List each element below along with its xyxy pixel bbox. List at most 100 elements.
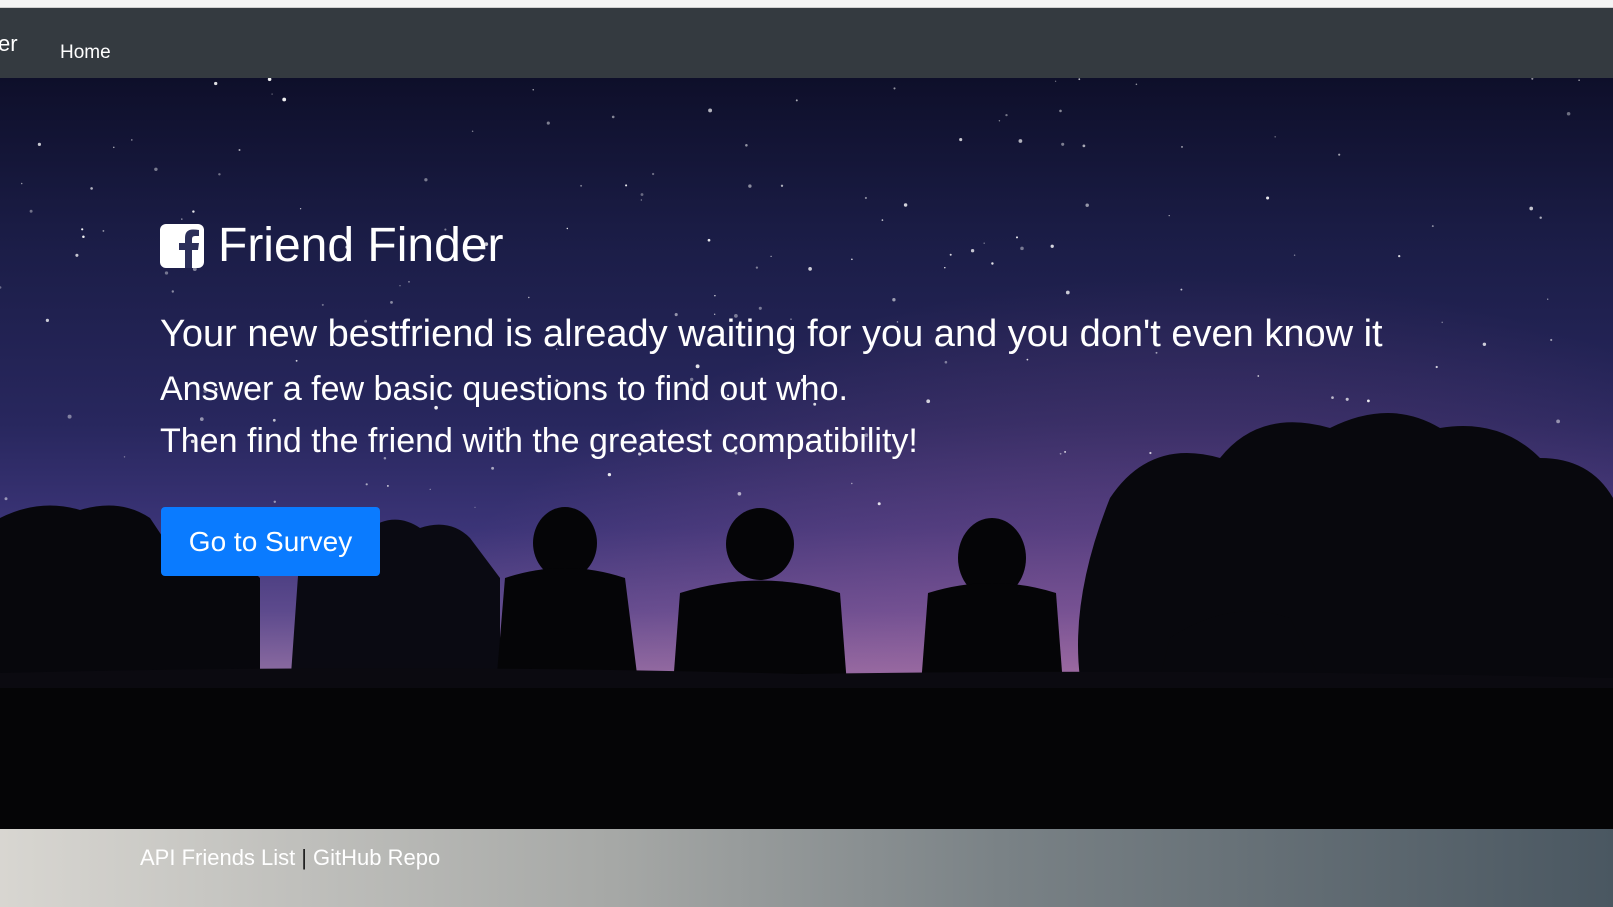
star — [780, 184, 784, 187]
star — [267, 78, 272, 82]
star — [1026, 358, 1029, 361]
star — [532, 89, 534, 91]
star — [607, 472, 612, 477]
hero-lead-text: Your new bestfriend is already waiting f… — [160, 313, 1383, 355]
star — [214, 81, 218, 86]
star — [748, 184, 752, 188]
star — [745, 144, 748, 147]
star — [1547, 298, 1549, 300]
go-to-survey-button[interactable]: Go to Survey — [161, 507, 380, 576]
star — [991, 262, 994, 265]
star — [408, 281, 410, 283]
star — [192, 210, 195, 213]
star — [1005, 113, 1008, 117]
star — [1556, 419, 1560, 424]
star — [282, 97, 287, 102]
star — [1061, 142, 1065, 146]
star — [1531, 78, 1534, 80]
star — [295, 359, 298, 362]
star — [1266, 196, 1270, 200]
star — [1398, 254, 1401, 258]
footer-links: API Friends List | GitHub Repo — [140, 845, 440, 871]
star — [1345, 397, 1349, 401]
star — [625, 184, 628, 187]
star — [737, 491, 742, 496]
star — [1059, 452, 1062, 455]
star — [708, 108, 713, 113]
star — [808, 267, 812, 271]
star — [429, 488, 431, 490]
star — [970, 249, 975, 253]
star — [67, 414, 72, 419]
star — [851, 482, 853, 485]
star — [29, 209, 33, 213]
star — [130, 139, 133, 141]
star — [424, 178, 428, 182]
star — [1180, 288, 1183, 291]
star — [1441, 321, 1443, 324]
star — [1578, 79, 1580, 81]
star — [20, 182, 23, 185]
star — [113, 146, 115, 149]
star — [903, 203, 908, 207]
star — [566, 227, 569, 230]
star — [1257, 375, 1260, 377]
star — [758, 306, 762, 310]
star — [640, 199, 642, 201]
star — [1550, 338, 1553, 342]
star — [949, 253, 952, 256]
star — [365, 483, 368, 486]
hero-title-row: Friend Finder — [160, 218, 503, 274]
star — [755, 266, 759, 269]
star — [1020, 246, 1024, 251]
star — [102, 229, 105, 232]
star — [1064, 450, 1067, 453]
facebook-square-icon — [160, 224, 204, 268]
star — [1085, 203, 1089, 207]
star — [1435, 365, 1438, 369]
star — [864, 196, 867, 200]
nav-home-link[interactable]: Home — [60, 42, 111, 64]
star — [45, 318, 49, 322]
star — [926, 399, 931, 404]
star — [893, 87, 896, 90]
api-friends-list-link[interactable]: API Friends List — [140, 845, 295, 870]
star — [714, 294, 716, 297]
star — [611, 115, 615, 119]
star — [154, 167, 158, 172]
navbar: er Home — [0, 8, 1613, 78]
hero-subtext-line-1: Answer a few basic questions to find out… — [160, 370, 848, 408]
star — [321, 303, 324, 306]
hero-subtext-line-2: Then find the friend with the greatest c… — [160, 422, 918, 460]
star — [892, 298, 896, 302]
star — [1529, 206, 1534, 211]
github-repo-link[interactable]: GitHub Repo — [313, 845, 440, 870]
star — [1338, 153, 1341, 156]
star — [0, 286, 2, 289]
star — [1054, 80, 1057, 82]
star — [707, 238, 711, 242]
star — [881, 219, 884, 221]
star — [90, 187, 93, 190]
page-title: Friend Finder — [218, 219, 504, 272]
footer: API Friends List | GitHub Repo — [0, 829, 1613, 907]
navbar-brand[interactable]: er — [0, 32, 18, 56]
star — [1078, 78, 1081, 81]
star — [123, 456, 126, 458]
star — [238, 149, 241, 151]
star — [471, 130, 474, 132]
star — [1018, 139, 1023, 143]
star — [1331, 396, 1334, 399]
star — [944, 360, 948, 364]
star — [82, 235, 85, 238]
star — [491, 466, 495, 470]
star — [1059, 109, 1062, 113]
star — [299, 208, 302, 210]
star — [1431, 225, 1434, 228]
star — [795, 99, 798, 102]
star — [877, 502, 881, 506]
star — [1050, 244, 1054, 248]
star — [640, 193, 644, 196]
star — [75, 253, 79, 257]
star — [851, 258, 853, 261]
